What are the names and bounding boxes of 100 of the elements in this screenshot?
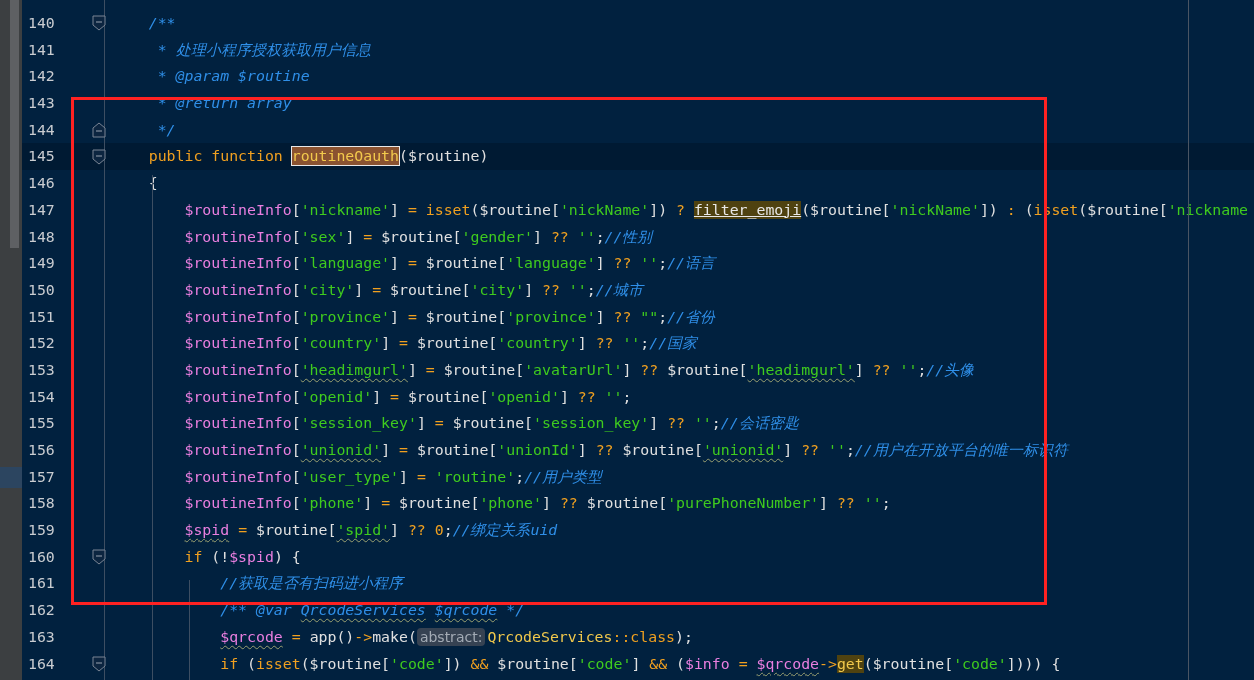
comment: //用户类型 xyxy=(524,467,602,486)
code-text: ; xyxy=(845,441,855,459)
code-text: $routine[ xyxy=(416,334,498,353)
keyword: ?? xyxy=(667,414,685,433)
keyword: ?? xyxy=(542,280,560,299)
keyword: ?? xyxy=(613,254,632,273)
code-text: make( xyxy=(372,627,417,646)
search-match: routineOauth xyxy=(291,147,399,166)
keyword: -> xyxy=(819,654,837,673)
keyword: = xyxy=(381,494,391,513)
code-text: $routine[ xyxy=(381,227,462,246)
variable: $routineInfo xyxy=(184,200,292,219)
code-text: ] xyxy=(345,227,355,246)
string-literal: 'session_key' xyxy=(533,414,650,433)
code-text: ] xyxy=(354,280,364,299)
line-number: 161 xyxy=(27,573,56,595)
string-literal: 'user_type' xyxy=(300,467,399,486)
keyword: = xyxy=(738,654,748,673)
string-literal: 'city' xyxy=(470,280,525,299)
code-text: ($routine[ xyxy=(300,654,391,673)
fold-icon[interactable] xyxy=(91,122,106,139)
code-text: ; xyxy=(881,494,891,513)
string-literal: 'phone' xyxy=(479,494,542,513)
string-literal: '' xyxy=(640,254,659,273)
gutter-marker xyxy=(0,467,22,488)
code-text: $routine[ xyxy=(667,360,748,379)
code-text: ] xyxy=(390,521,399,540)
code-text: ] xyxy=(595,307,605,326)
keyword: = xyxy=(372,280,382,299)
class-name: QrcodeServices xyxy=(487,627,613,646)
string-literal: 'country' xyxy=(300,334,382,353)
string-literal: 'routine' xyxy=(434,467,516,486)
keyword: ?? xyxy=(595,334,614,353)
keyword: if xyxy=(220,654,239,673)
variable: $routineInfo xyxy=(184,334,292,353)
fold-icon[interactable] xyxy=(91,655,106,672)
comment: //语言 xyxy=(667,254,715,273)
code-text: $routine[ xyxy=(407,387,489,406)
string-literal: 'code' xyxy=(577,654,632,673)
function-reference: filter_emoji xyxy=(693,200,802,219)
code-text: [ xyxy=(291,467,301,486)
line-number: 153 xyxy=(27,359,56,381)
string-literal: 'code' xyxy=(953,654,1007,673)
code-text: ; xyxy=(640,334,650,353)
fold-icon[interactable] xyxy=(91,15,106,32)
code-text: ; xyxy=(711,414,721,433)
fold-icon[interactable] xyxy=(91,148,106,165)
code-text: app() xyxy=(309,627,355,646)
string-literal: '' xyxy=(568,280,587,299)
line-number: 141 xyxy=(27,39,56,61)
code-text: ( xyxy=(247,654,256,673)
code-text: ] xyxy=(577,441,587,459)
comment: /** @var xyxy=(220,601,292,620)
keyword: ::class xyxy=(612,627,676,646)
code-text: ] xyxy=(595,254,605,273)
code-text: ]))) { xyxy=(1006,654,1061,673)
string-literal: 'language' xyxy=(300,254,391,273)
code-text: ] xyxy=(783,441,793,459)
comment: //城市 xyxy=(595,280,644,299)
line-number: 162 xyxy=(27,600,56,622)
string-literal: '' xyxy=(577,227,596,246)
variable: $routineInfo xyxy=(184,414,292,433)
code-text: ] xyxy=(407,360,417,379)
fold-icon[interactable] xyxy=(91,549,106,566)
code-text: ] xyxy=(372,387,382,406)
variable: $routineInfo xyxy=(184,360,292,379)
variable: $routineInfo xyxy=(184,441,292,459)
scrollbar-thumb[interactable] xyxy=(10,0,19,248)
code-text: ; xyxy=(515,467,525,486)
code-text: ($routine[ xyxy=(470,200,560,219)
variable: $routineInfo xyxy=(184,307,292,326)
comment: //头像 xyxy=(926,360,975,379)
code-text: ; xyxy=(658,254,668,273)
string-literal: 'avatarUrl' xyxy=(524,360,623,379)
code-text: ] xyxy=(390,307,399,326)
keyword: ?? xyxy=(836,494,855,513)
comment: //省份 xyxy=(667,307,715,326)
code-text: ; xyxy=(443,521,453,540)
string-literal: 'province' xyxy=(506,307,596,326)
code-text: ]) xyxy=(649,200,668,219)
code-text: ; xyxy=(586,280,596,299)
string-literal: 'language' xyxy=(506,254,596,273)
keyword: ?? xyxy=(559,494,578,513)
keyword: ?? xyxy=(577,387,596,406)
keyword: = xyxy=(399,441,408,459)
string-literal: "" xyxy=(640,307,659,326)
code-text: $routine[ xyxy=(497,654,578,673)
code-text: ] xyxy=(416,414,426,433)
string-literal: 'nickname xyxy=(1167,200,1249,219)
code-text: ($routine[ xyxy=(801,200,891,219)
code-text: ] xyxy=(819,494,828,513)
code-text: $routine[ xyxy=(425,254,507,273)
code-text: [ xyxy=(291,307,301,326)
line-number: 160 xyxy=(27,546,56,568)
keyword: = xyxy=(238,521,248,540)
variable: $routineInfo xyxy=(184,280,292,299)
code-text: ] xyxy=(363,494,373,513)
line-number: 140 xyxy=(27,13,56,34)
code-text: ; xyxy=(917,360,927,379)
keyword: if xyxy=(184,547,203,566)
